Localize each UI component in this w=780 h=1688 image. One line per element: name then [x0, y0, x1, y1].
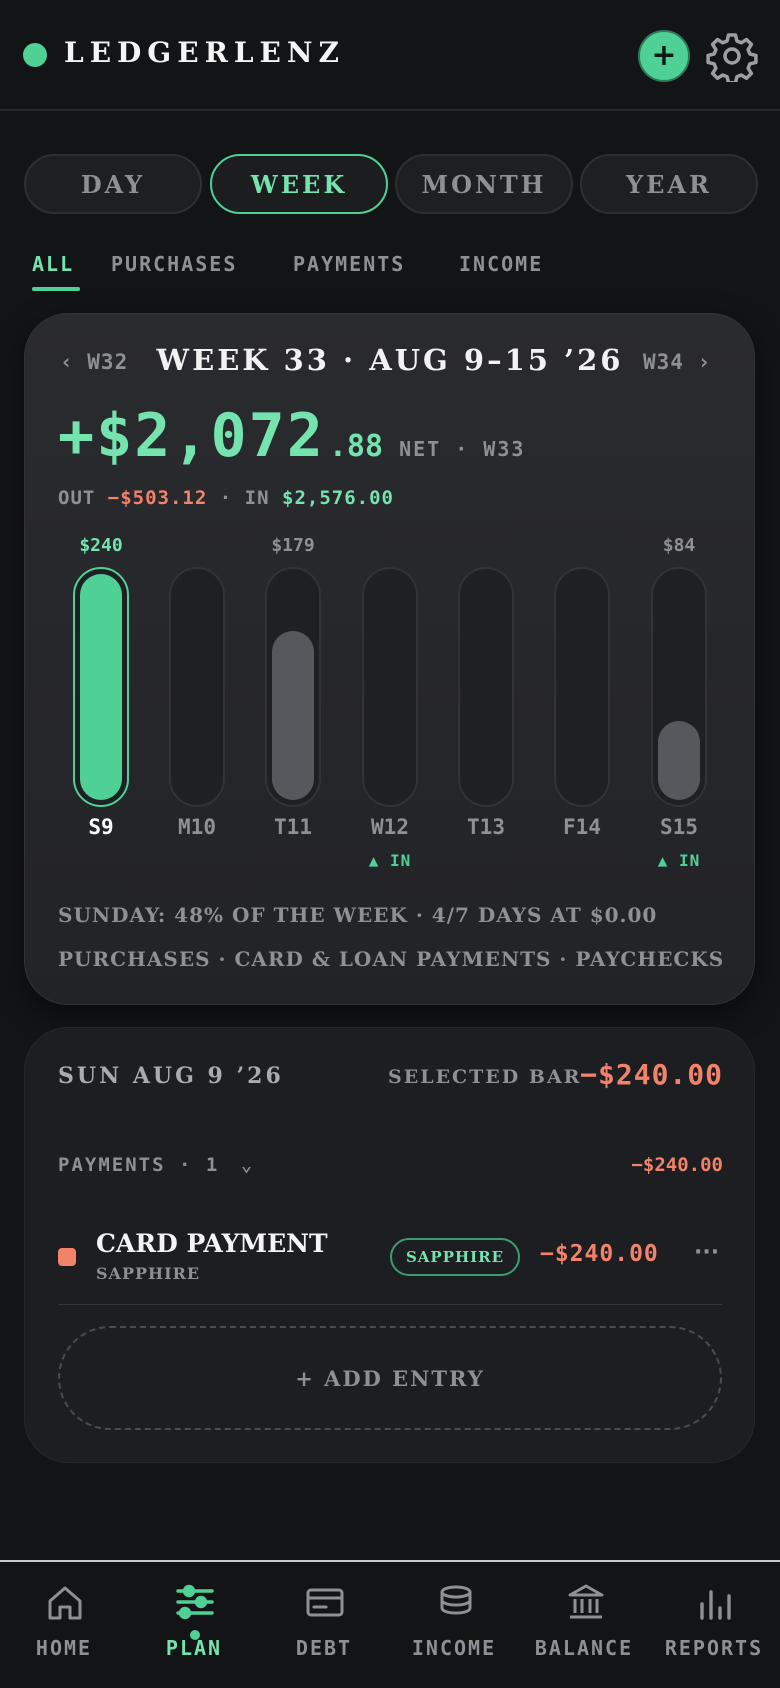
net-amount: +$2,072 [58, 401, 325, 471]
cash-flow-summary: OUT −$503.12 · IN $2,576.00 [58, 487, 394, 509]
plus-icon: + [651, 38, 677, 73]
chevron-down-icon: ⌄ [240, 1154, 255, 1176]
transaction-account: SAPPHIRE [96, 1264, 201, 1283]
payments-group-toggle[interactable]: PAYMENTS · 1 ⌄ [58, 1154, 254, 1176]
sliders-icon[interactable] [175, 1582, 215, 1622]
period-day[interactable]: DAY [24, 154, 202, 214]
active-filter-indicator [32, 287, 80, 291]
day-bar[interactable] [73, 567, 129, 807]
card-icon[interactable] [305, 1582, 345, 1622]
nav-debt[interactable]: DEBT [254, 1636, 394, 1660]
more-options-icon[interactable]: ··· [694, 1240, 719, 1265]
nav-balance[interactable]: BALANCE [514, 1636, 654, 1660]
period-month[interactable]: MONTH [395, 154, 573, 214]
status-dot [23, 43, 47, 67]
nav-reports[interactable]: REPORTS [644, 1636, 780, 1660]
week-categories: PURCHASES · CARD & LOAN PAYMENTS · PAYCH… [58, 947, 725, 971]
filter-purchases[interactable]: PURCHASES [111, 252, 237, 276]
flow-separator: · [219, 487, 233, 509]
payments-group-amount: −$240.00 [631, 1154, 723, 1176]
net-label: NET · W33 [399, 437, 526, 461]
next-week-button[interactable]: W34 › [643, 350, 711, 374]
nav-income[interactable]: INCOME [384, 1636, 524, 1660]
transaction-amount: −$240.00 [540, 1241, 659, 1267]
gear-icon[interactable] [706, 30, 758, 82]
account-tag[interactable]: SAPPHIRE [390, 1238, 520, 1276]
in-value: $2,576.00 [282, 487, 394, 509]
out-value: −$503.12 [107, 487, 208, 509]
filter-income[interactable]: INCOME [459, 252, 543, 276]
selected-bar-label: SELECTED BAR [388, 1066, 582, 1088]
week-title: WEEK 33 · AUG 9–15 ’26 [156, 343, 624, 377]
day-bar[interactable] [362, 567, 418, 807]
filter-payments[interactable]: PAYMENTS [293, 252, 405, 276]
detail-date: SUN AUG 9 ’26 [58, 1063, 284, 1089]
transaction-color-swatch [58, 1248, 76, 1266]
net-cents: .88 [328, 429, 384, 464]
week-insight: SUNDAY: 48% OF THE WEEK · 4/7 DAYS AT $0… [58, 903, 658, 927]
coins-icon[interactable] [436, 1582, 476, 1622]
bar-fill [80, 574, 122, 800]
add-button[interactable]: + [638, 30, 690, 82]
in-label: IN [244, 487, 270, 509]
add-entry-button[interactable]: + ADD ENTRY [58, 1326, 722, 1430]
bar-fill [658, 721, 700, 800]
nav-plan[interactable]: PLAN [124, 1636, 264, 1660]
payments-group-label: PAYMENTS · 1 [58, 1154, 220, 1176]
nav-home[interactable]: HOME [0, 1636, 134, 1660]
transaction-name[interactable]: CARD PAYMENT [96, 1229, 328, 1258]
day-bar[interactable] [265, 567, 321, 807]
prev-week-button[interactable]: ‹ W32 [60, 350, 128, 374]
home-icon[interactable] [45, 1582, 85, 1622]
filter-all[interactable]: ALL [32, 252, 74, 276]
divider [58, 1304, 722, 1305]
bank-icon[interactable] [566, 1582, 606, 1622]
app-name: LEDGERLENZ [64, 36, 345, 69]
bar-fill [272, 631, 314, 800]
day-bar[interactable] [554, 567, 610, 807]
bar-chart-icon[interactable] [697, 1582, 737, 1622]
selected-bar-amount: −$240.00 [580, 1058, 723, 1091]
out-label: OUT [58, 487, 96, 509]
bottom-navigation [0, 1560, 780, 1688]
day-bar[interactable] [458, 567, 514, 807]
period-year[interactable]: YEAR [580, 154, 758, 214]
day-bar[interactable] [651, 567, 707, 807]
period-week[interactable]: WEEK [210, 154, 388, 214]
day-bar[interactable] [169, 567, 225, 807]
net-total: +$2,072.88 NET · W33 [58, 401, 525, 471]
